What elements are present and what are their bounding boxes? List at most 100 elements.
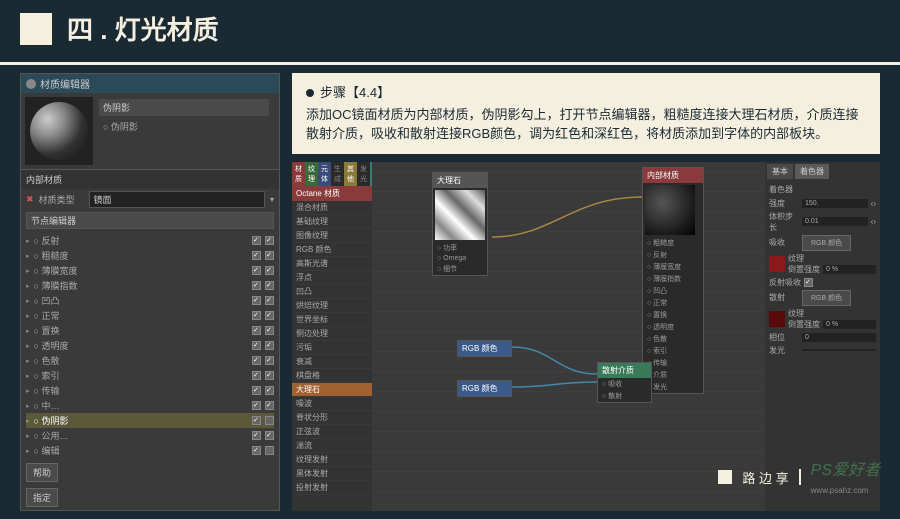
node-port[interactable]: ○ 凹凸 [643,285,703,297]
checkbox[interactable] [265,311,274,320]
node-type-item[interactable]: 湍流 [292,439,372,453]
node-port[interactable]: ○ 传输 [643,357,703,369]
node-type-item[interactable]: 大理石 [292,383,372,397]
node-type-item[interactable]: 纹理发射 [292,453,372,467]
property-item[interactable]: ▸○ 编辑 [26,443,274,458]
checkbox[interactable] [265,296,274,305]
rgb-button[interactable]: RGB 颜色 [802,290,851,306]
property-item[interactable]: ▸○ 公用… [26,428,274,443]
property-item[interactable]: ▸○ 置换 [26,323,274,338]
checkbox[interactable] [265,356,274,365]
node-port[interactable]: ○ 透明度 [643,321,703,333]
marble-node[interactable]: 大理石 ○ 功率○ Omega○ 细节 [432,172,488,276]
property-item[interactable]: ▸○ 透明度 [26,338,274,353]
node-type-item[interactable]: 污垢 [292,341,372,355]
property-item[interactable]: ▸○ 中… [26,398,274,413]
checkbox[interactable] [265,236,274,245]
checkbox[interactable] [252,446,261,455]
node-port[interactable]: ○ 细节 [433,263,487,275]
category-tab[interactable]: 其他 [344,162,357,186]
property-item[interactable]: ▸○ 薄膜宽度 [26,263,274,278]
node-type-item[interactable]: 高斯光谱 [292,257,372,271]
node-type-item[interactable]: 正弦波 [292,425,372,439]
rgb-node-2[interactable]: RGB 颜色 [457,380,512,397]
checkbox[interactable] [265,431,274,440]
color-swatch-darkred[interactable] [769,311,785,327]
property-item[interactable]: ▸○ 正常 [26,308,274,323]
checkbox[interactable] [252,431,261,440]
node-type-item[interactable]: 图像纹理 [292,229,372,243]
property-item[interactable]: ▸○ 反射 [26,233,274,248]
node-port[interactable]: ○ 粗糙度 [643,237,703,249]
node-type-item[interactable]: 混合材质 [292,201,372,215]
refl-checkbox[interactable] [804,278,813,287]
node-type-item[interactable]: 侧边处理 [292,327,372,341]
node-port[interactable]: ○ 置换 [643,309,703,321]
node-type-item[interactable]: 投射发射 [292,481,372,495]
checkbox[interactable] [265,401,274,410]
node-type-item[interactable]: 脊状分形 [292,411,372,425]
node-type-item[interactable]: 烘焙纹理 [292,299,372,313]
material-type-dropdown[interactable]: 镜面 [89,191,265,208]
property-item[interactable]: ▸○ 伪阴影 [26,413,274,428]
node-port[interactable]: ○ 散射 [598,390,651,402]
checkbox[interactable] [252,416,261,425]
checkbox[interactable] [252,236,261,245]
checkbox[interactable] [252,401,261,410]
property-item[interactable]: ▸○ 薄膜指数 [26,278,274,293]
rgb-button[interactable]: RGB 颜色 [802,235,851,251]
node-port[interactable]: ○ 色散 [643,333,703,345]
help-button[interactable]: 帮助 [26,463,58,482]
checkbox[interactable] [265,371,274,380]
checkbox[interactable] [265,266,274,275]
node-type-item[interactable]: 基础纹理 [292,215,372,229]
checkbox[interactable] [252,326,261,335]
checkbox[interactable] [252,296,261,305]
inv-input[interactable]: 0 % [823,320,876,329]
checkbox[interactable] [265,446,274,455]
material-option[interactable]: ○ 伪阴影 [99,119,269,134]
node-type-item[interactable]: 黑体发射 [292,467,372,481]
node-port[interactable]: ○ Omega [433,254,487,263]
node-canvas[interactable]: 大理石 ○ 功率○ Omega○ 细节 内部材质 ○ 粗糙度○ 反射○ 薄膜宽度… [372,162,765,512]
dropdown-arrow-icon[interactable]: ▾ [270,195,274,204]
tab-basic[interactable]: 基本 [767,164,793,179]
node-port[interactable]: ○ 发光 [643,381,703,393]
preview-thumbnail[interactable] [25,97,93,165]
checkbox[interactable] [265,416,274,425]
emit-input[interactable] [802,349,876,351]
step-input[interactable]: 0.01 [802,217,868,226]
node-type-item[interactable]: 世界坐标 [292,313,372,327]
scatter-medium-node[interactable]: 散射介质 ○ 吸收○ 散射 [597,362,652,403]
node-port[interactable]: ○ 介质 [643,369,703,381]
node-port[interactable]: ○ 功率 [433,242,487,254]
property-item[interactable]: ▸○ 传输 [26,383,274,398]
node-port[interactable]: ○ 正常 [643,297,703,309]
property-item[interactable]: ▸○ 粗糙度 [26,248,274,263]
category-tab[interactable]: 元体 [318,162,331,186]
checkbox[interactable] [252,356,261,365]
node-type-item[interactable]: 衰减 [292,355,372,369]
checkbox[interactable] [252,251,261,260]
checkbox[interactable] [252,371,261,380]
inner-material-node[interactable]: 内部材质 ○ 粗糙度○ 反射○ 薄膜宽度○ 薄膜指数○ 凹凸○ 正常○ 置换○ … [642,167,704,394]
node-editor-button[interactable]: 节点编辑器 [26,212,274,229]
checkbox[interactable] [265,341,274,350]
checkbox[interactable] [252,341,261,350]
phase-input[interactable]: 0 [802,333,876,342]
node-type-item[interactable]: 噪波 [292,397,372,411]
stepper-icon[interactable]: ‹› [871,199,876,208]
category-tab[interactable]: 材质 [292,162,305,186]
node-type-item[interactable]: 凹凸 [292,285,372,299]
color-swatch-red[interactable] [769,256,785,272]
x-icon[interactable]: ✖ [26,194,34,205]
checkbox[interactable] [252,386,261,395]
intensity-input[interactable]: 150. [802,199,868,208]
property-item[interactable]: ▸○ 色散 [26,353,274,368]
checkbox[interactable] [252,266,261,275]
node-type-item[interactable]: 浮点 [292,271,372,285]
node-port[interactable]: ○ 薄膜指数 [643,273,703,285]
checkbox[interactable] [265,386,274,395]
assign-button[interactable]: 指定 [26,488,58,507]
property-item[interactable]: ▸○ 凹凸 [26,293,274,308]
